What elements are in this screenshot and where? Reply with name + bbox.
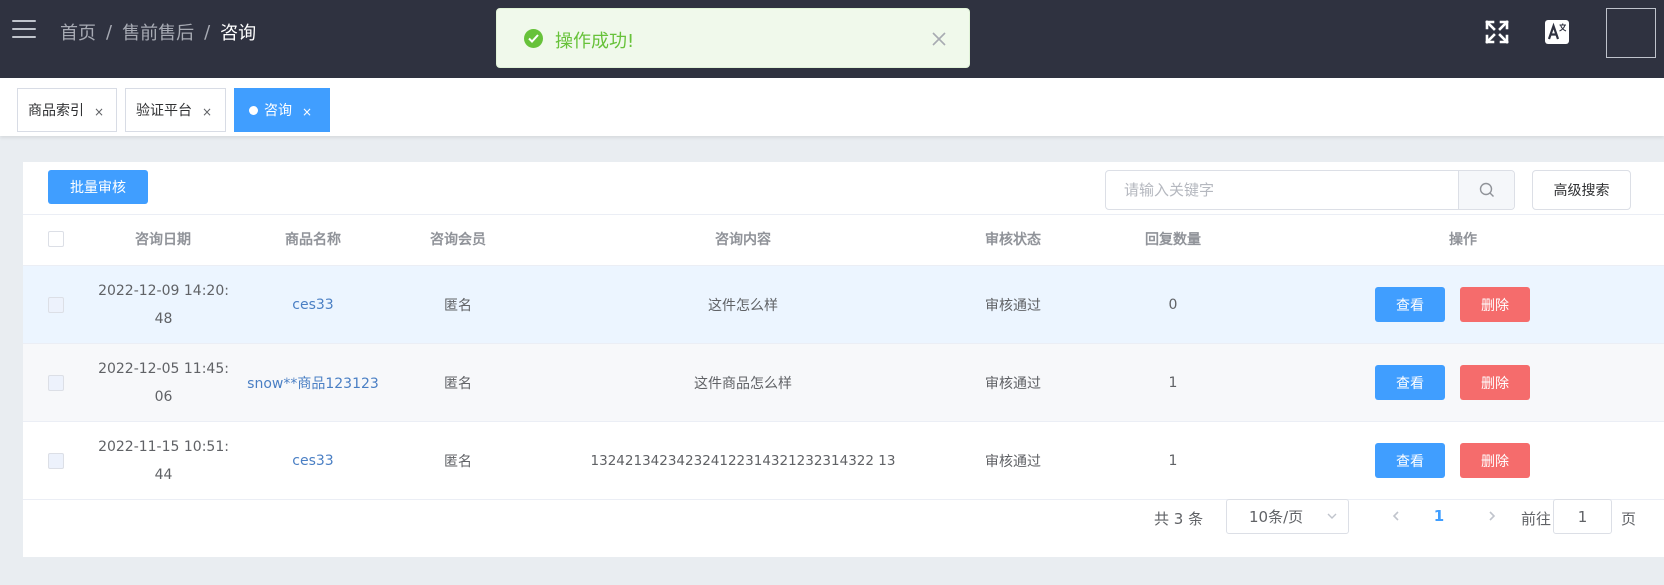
member-name: 匿名	[444, 298, 472, 314]
tag-label: 验证平台	[136, 103, 192, 119]
consult-date: 2022-11-15 10:51:44	[98, 439, 229, 483]
page-suffix: 页	[1621, 510, 1637, 528]
search-button[interactable]	[1458, 171, 1514, 209]
table-row: 2022-11-15 10:51:44 ces33 匿名 13242134234…	[23, 422, 1664, 500]
review-status: 审核通过	[985, 376, 1041, 392]
page-number[interactable]: 1	[1423, 501, 1455, 531]
page-size-value: 10条/页	[1249, 508, 1304, 526]
member-name: 匿名	[444, 376, 472, 392]
tag-verify-platform[interactable]: 验证平台 ×	[125, 88, 226, 132]
reply-count: 0	[1168, 297, 1178, 313]
breadcrumb-separator: /	[204, 21, 211, 43]
breadcrumb-home[interactable]: 首页	[60, 19, 96, 45]
advanced-search-button[interactable]: 高级搜索	[1532, 170, 1631, 210]
view-button[interactable]: 查看	[1375, 443, 1445, 478]
tag-consult[interactable]: 咨询 ×	[234, 88, 330, 132]
active-dot-icon	[249, 105, 258, 115]
product-name-link[interactable]: snow**商品123123	[233, 344, 393, 422]
chevron-down-icon	[1327, 513, 1337, 519]
row-checkbox[interactable]	[48, 453, 64, 469]
row-checkbox[interactable]	[48, 297, 64, 313]
fullscreen-icon[interactable]	[1484, 19, 1510, 45]
review-status: 审核通过	[985, 454, 1041, 470]
consult-content: 这件怎么样	[708, 298, 778, 314]
reply-count: 1	[1168, 375, 1178, 391]
close-icon[interactable]: ×	[94, 105, 104, 119]
consult-date: 2022-12-09 14:20:48	[98, 283, 229, 327]
page-size-select[interactable]: 10条/页	[1226, 499, 1349, 534]
close-icon[interactable]: ×	[302, 105, 312, 119]
menu-icon[interactable]	[12, 19, 36, 39]
row-checkbox[interactable]	[48, 375, 64, 391]
breadcrumb: 首页 / 售前售后 / 咨询	[60, 19, 256, 45]
tags-view: 商品索引 × 验证平台 × 咨询 ×	[0, 78, 1664, 136]
product-name-link[interactable]: ces33	[238, 266, 388, 344]
search-input[interactable]	[1106, 171, 1458, 209]
column-header: 审核状态	[985, 232, 1041, 248]
table-header: 咨询日期 商品名称 咨询会员 咨询内容 审核状态 回复数量 操作	[23, 214, 1664, 266]
next-page-button[interactable]	[1477, 501, 1507, 531]
delete-button[interactable]: 删除	[1460, 287, 1530, 322]
tag-label: 咨询	[264, 103, 292, 119]
breadcrumb-separator: /	[106, 21, 113, 43]
view-button[interactable]: 查看	[1375, 287, 1445, 322]
close-icon[interactable]: ×	[202, 105, 212, 119]
table-row: 2022-12-09 14:20:48 ces33 匿名 这件怎么样 审核通过 …	[23, 266, 1664, 344]
pagination-total: 共 3 条	[1154, 510, 1204, 528]
tag-label: 商品索引	[28, 103, 84, 119]
batch-review-button[interactable]: 批量审核	[48, 170, 148, 204]
goto-label: 前往	[1521, 510, 1552, 528]
view-button[interactable]: 查看	[1375, 365, 1445, 400]
translate-icon[interactable]	[1544, 19, 1570, 45]
delete-button[interactable]: 删除	[1460, 443, 1530, 478]
toast-message: 操作成功!	[555, 31, 635, 52]
avatar[interactable]	[1606, 8, 1656, 58]
consult-content: 132421342342324122314321232314322 13	[590, 453, 896, 469]
check-circle-icon	[524, 29, 543, 48]
product-name-link[interactable]: ces33	[238, 422, 388, 500]
member-name: 匿名	[444, 454, 472, 470]
search-icon	[1479, 182, 1494, 197]
success-toast: 操作成功!	[496, 8, 970, 68]
consult-date: 2022-12-05 11:45:06	[98, 361, 229, 405]
column-header: 回复数量	[1145, 232, 1201, 248]
tag-product-index[interactable]: 商品索引 ×	[17, 88, 117, 132]
chevron-right-icon	[1489, 511, 1496, 521]
column-header: 商品名称	[285, 232, 341, 248]
column-header: 操作	[1449, 232, 1477, 248]
review-status: 审核通过	[985, 298, 1041, 314]
select-all-checkbox[interactable]	[48, 231, 64, 247]
delete-button[interactable]: 删除	[1460, 365, 1530, 400]
prev-page-button[interactable]	[1381, 501, 1411, 531]
content-panel: 批量审核 高级搜索 咨询日期 商品名称 咨询会员 咨询内容 审核状态 回复数量 …	[23, 162, 1664, 557]
search-box	[1105, 170, 1515, 210]
close-icon[interactable]	[931, 31, 947, 47]
reply-count: 1	[1168, 453, 1178, 469]
consult-content: 这件商品怎么样	[694, 376, 792, 392]
table-row: 2022-12-05 11:45:06 snow**商品123123 匿名 这件…	[23, 344, 1664, 422]
column-header: 咨询内容	[715, 232, 771, 248]
goto-page-input[interactable]	[1553, 499, 1612, 534]
breadcrumb-after-sales[interactable]: 售前售后	[122, 19, 194, 45]
chevron-left-icon	[1392, 511, 1399, 521]
column-header: 咨询会员	[430, 232, 486, 248]
breadcrumb-current: 咨询	[220, 23, 257, 44]
column-header: 咨询日期	[135, 232, 191, 248]
